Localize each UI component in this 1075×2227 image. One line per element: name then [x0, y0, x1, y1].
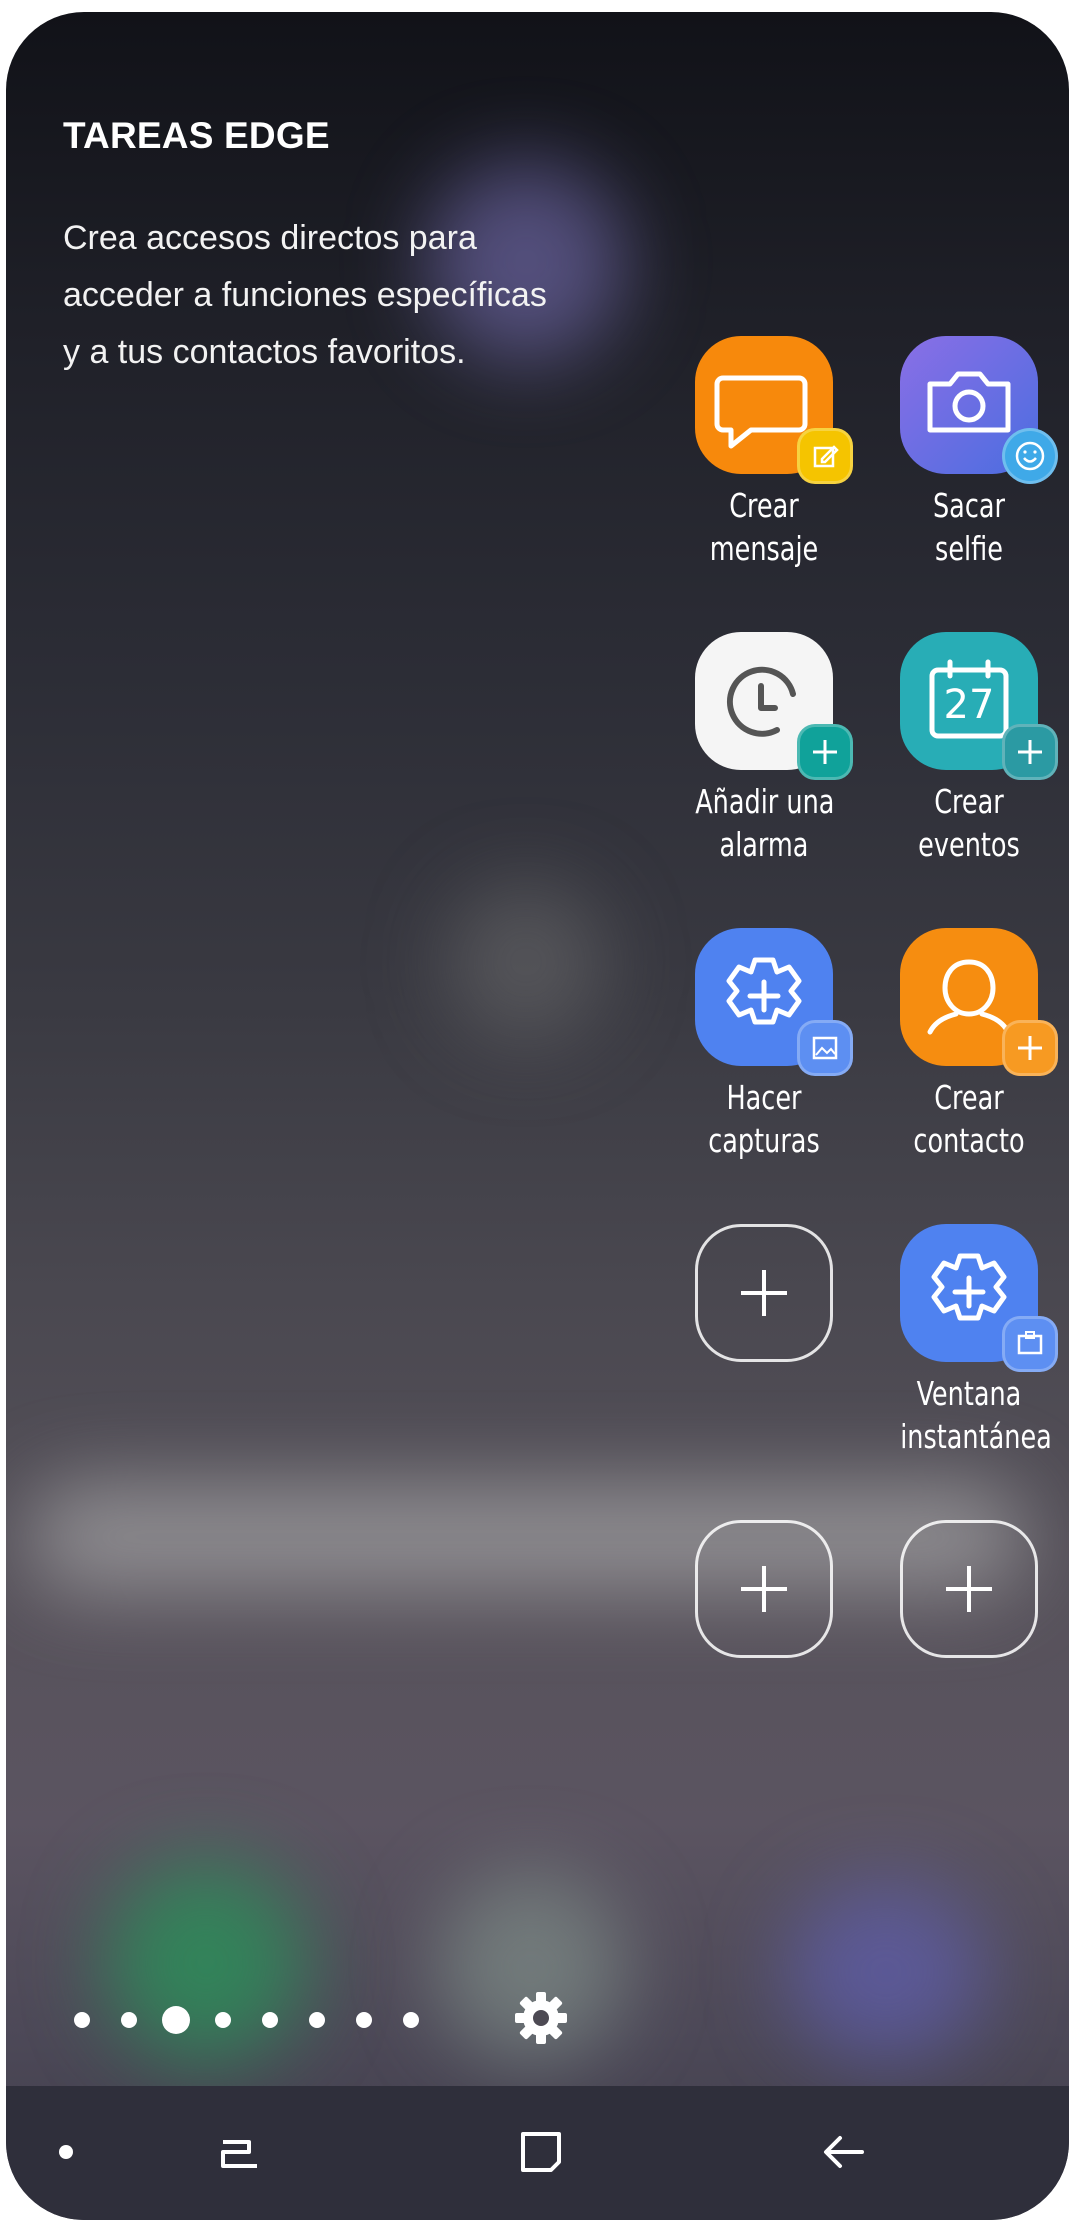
screenshot-settings-icon: [695, 928, 853, 1076]
task-crear-eventos[interactable]: 27 Crear eventos: [889, 632, 1058, 866]
task-crear-mensaje[interactable]: Crear mensaje: [684, 336, 853, 570]
calendar-day: 27: [943, 682, 995, 728]
add-badge-icon: [1002, 724, 1058, 780]
background-glow: [786, 1882, 986, 2062]
page-dot[interactable]: [262, 2012, 278, 2028]
task-label-line: contacto: [913, 1121, 1025, 1160]
task-label-line: Sacar: [932, 486, 1006, 525]
add-task-slot[interactable]: [684, 1224, 844, 1362]
add-icon[interactable]: [695, 1224, 833, 1362]
task-label-line: Crear: [934, 782, 1004, 821]
image-badge-icon: [797, 1020, 853, 1076]
task-label-line: Crear: [934, 1078, 1004, 1117]
page-dot[interactable]: [403, 2012, 419, 2028]
task-label-line: Crear: [729, 486, 799, 525]
page-dot[interactable]: [215, 2012, 231, 2028]
description-line: Crea accesos directos para: [63, 219, 477, 257]
home-icon[interactable]: [511, 2122, 571, 2182]
task-crear-contacto[interactable]: Crear contacto: [889, 928, 1058, 1162]
add-task-slot[interactable]: [684, 1520, 844, 1658]
task-label-line: Añadir una: [695, 782, 835, 821]
page-dot[interactable]: [74, 2012, 90, 2028]
background-glow: [106, 1862, 306, 2062]
task-label-line: eventos: [918, 825, 1020, 864]
page-dot[interactable]: [309, 2012, 325, 2028]
navigation-bar: [6, 2086, 1069, 2220]
add-badge-icon: [1002, 1020, 1058, 1076]
add-badge-icon: [797, 724, 853, 780]
camera-selfie-icon: [900, 336, 1058, 484]
task-label-line: instantánea: [900, 1417, 1052, 1456]
smiley-badge-icon: [1002, 428, 1058, 484]
popup-window-settings-icon: [900, 1224, 1058, 1372]
compose-badge-icon: [797, 428, 853, 484]
add-icon[interactable]: [695, 1520, 833, 1658]
panel-title: TAREAS EDGE: [63, 115, 330, 156]
gear-icon[interactable]: [511, 1988, 571, 2048]
task-label-line: selfie: [935, 529, 1003, 568]
back-arrow-icon[interactable]: [814, 2122, 874, 2182]
calendar-event-icon: 27: [900, 632, 1058, 780]
recent-apps-icon[interactable]: [211, 2122, 271, 2182]
edge-panel-screen: TAREAS EDGE Crea accesos directos para a…: [6, 12, 1069, 2220]
task-sacar-selfie[interactable]: Sacar selfie: [889, 336, 1058, 570]
popup-window-badge-icon: [1002, 1316, 1058, 1372]
page-dot[interactable]: [121, 2012, 137, 2028]
dot-icon[interactable]: [36, 2122, 96, 2182]
background-glow: [446, 882, 606, 1042]
task-hacer-capturas[interactable]: Hacer capturas: [684, 928, 853, 1162]
add-icon[interactable]: [900, 1520, 1038, 1658]
task-label-line: Hacer: [726, 1078, 802, 1117]
task-anadir-alarma[interactable]: Añadir una alarma: [684, 632, 853, 866]
task-label-line: capturas: [708, 1121, 820, 1160]
page-dot-current[interactable]: [162, 2006, 190, 2034]
alarm-add-icon: [695, 632, 853, 780]
page-dot[interactable]: [356, 2012, 372, 2028]
message-compose-icon: [695, 336, 853, 484]
task-ventana-instantanea[interactable]: Ventana instantánea: [889, 1224, 1058, 1458]
task-label-line: alarma: [719, 825, 809, 864]
description-line: y a tus contactos favoritos.: [63, 333, 466, 371]
background-glow: [26, 1482, 1026, 1592]
contact-add-icon: [900, 928, 1058, 1076]
task-label-line: Ventana: [916, 1374, 1022, 1413]
panel-description: Crea accesos directos para acceder a fun…: [63, 210, 663, 381]
task-label-line: mensaje: [709, 529, 819, 568]
add-task-slot[interactable]: [889, 1520, 1049, 1658]
description-line: acceder a funciones específicas: [63, 276, 547, 314]
